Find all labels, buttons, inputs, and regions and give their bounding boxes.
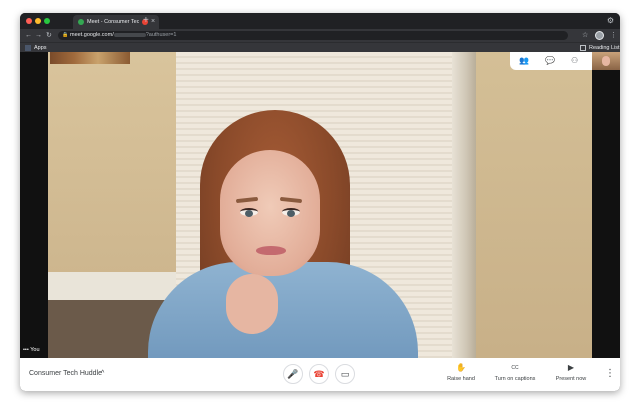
back-button[interactable]: ←	[25, 30, 32, 41]
main-video-feed	[48, 52, 592, 358]
meeting-title[interactable]: Consumer Tech Huddle	[29, 368, 102, 380]
meet-favicon-icon	[78, 19, 84, 25]
close-tab-button[interactable]: ×	[151, 16, 155, 28]
right-eye	[282, 208, 300, 217]
more-vert-icon[interactable]: ⋮	[605, 368, 615, 380]
activities-icon[interactable]: ⚇	[571, 56, 578, 66]
participant-lips	[256, 246, 286, 255]
chevron-up-icon[interactable]: ^	[101, 368, 104, 380]
lock-icon: 🔒	[62, 32, 69, 38]
address-bar[interactable]: 🔒 meet.google.com/?authuser=1	[58, 31, 568, 40]
hangup-button[interactable]: ☎	[309, 364, 329, 384]
left-brow	[235, 196, 259, 204]
new-tab-button[interactable]: +	[143, 15, 149, 27]
browser-window: Meet - Consumer Tech Hu × + ⚙ ← → ↻ 🔒 me…	[20, 13, 620, 391]
captions-label: Turn on captions	[494, 376, 536, 382]
profile-avatar[interactable]	[595, 31, 604, 40]
participant-face	[220, 150, 320, 276]
browser-menu-icon[interactable]: ⋮	[610, 30, 617, 41]
captions-button[interactable]: CC Turn on captions	[492, 363, 538, 383]
minimize-window-button[interactable]	[35, 18, 41, 24]
forward-button[interactable]: →	[35, 30, 42, 41]
maximize-window-button[interactable]	[44, 18, 50, 24]
redacted-url-segment	[113, 32, 146, 37]
extensions-icon[interactable]: ⚙	[607, 16, 614, 26]
raise-hand-label: Raise hand	[447, 376, 475, 382]
tab-title: Meet - Consumer Tech Hu	[87, 19, 139, 25]
right-brow	[279, 196, 303, 204]
close-window-button[interactable]	[26, 18, 32, 24]
hand-icon: ✋	[456, 363, 466, 372]
present-now-label: Present now	[555, 376, 587, 382]
self-label: ••• You	[23, 347, 40, 353]
tab-strip: Meet - Consumer Tech Hu × + ⚙	[20, 13, 620, 29]
self-options-icon[interactable]: •••	[23, 347, 29, 353]
meeting-stage: ••• You 👥 💬 ⚇	[20, 52, 620, 358]
bookmarks-bar: Apps Reading List	[20, 42, 620, 52]
url-text[interactable]: meet.google.com/?authuser=1	[70, 31, 176, 40]
raise-hand-button[interactable]: ✋ Raise hand	[444, 363, 478, 383]
reload-button[interactable]: ↻	[46, 30, 52, 41]
room-wall-right	[476, 52, 592, 358]
left-eye	[240, 208, 258, 217]
chat-icon[interactable]: 💬	[545, 56, 555, 66]
present-now-button[interactable]: ▶ Present now	[554, 363, 588, 383]
bookmark-star-icon[interactable]: ☆	[582, 30, 588, 41]
apps-grid-icon[interactable]	[25, 45, 31, 51]
present-icon: ▶	[567, 363, 575, 372]
browser-toolbar: ← → ↻ 🔒 meet.google.com/?authuser=1 ☆ ⋮	[20, 29, 620, 42]
door-frame	[452, 52, 476, 358]
baseboard	[48, 272, 178, 300]
camera-toggle-button[interactable]: ▭	[335, 364, 355, 384]
reading-list-icon[interactable]	[580, 45, 586, 51]
top-right-panel: 👥 💬 ⚇	[510, 52, 592, 70]
mic-toggle-button[interactable]: 🎤	[283, 364, 303, 384]
self-view-thumbnail[interactable]	[592, 52, 620, 70]
meeting-controls-bar: Consumer Tech Huddle ^ 🎤 ☎ ▭ ✋ Raise han…	[20, 358, 620, 391]
participant-jacket	[148, 262, 418, 358]
people-icon[interactable]: 👥	[519, 56, 529, 66]
participant-hand	[226, 274, 278, 334]
bookshelf	[50, 52, 130, 64]
captions-icon: CC	[511, 365, 519, 371]
